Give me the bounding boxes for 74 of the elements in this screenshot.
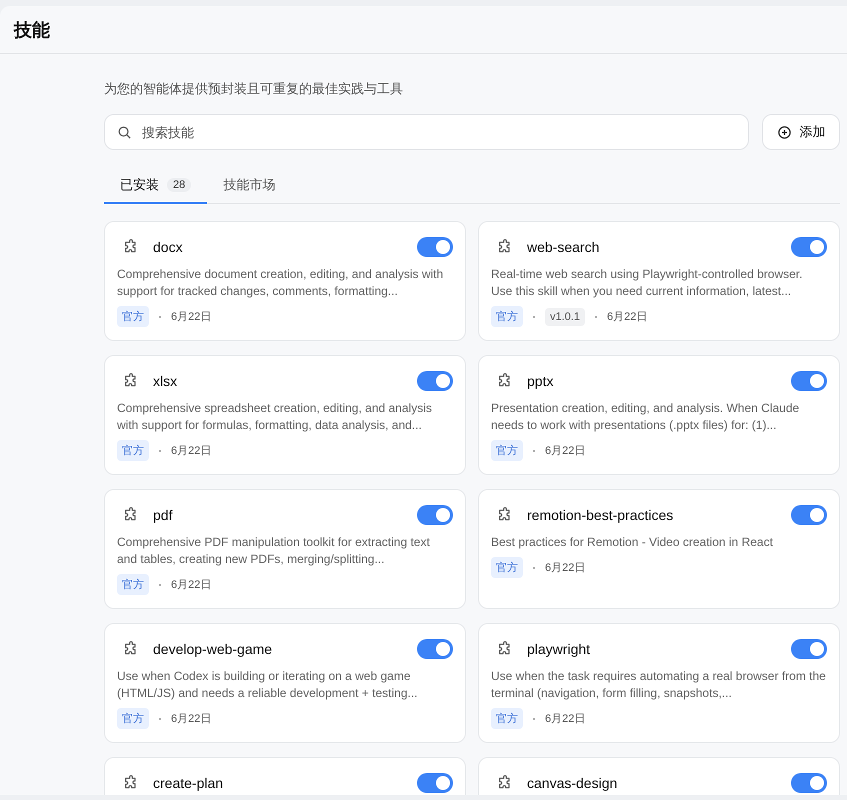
add-button[interactable]: 添加 [762,114,840,150]
version-tag: v1.0.1 [545,308,585,326]
page-subtitle: 为您的智能体提供预封装且可重复的最佳实践与工具 [104,80,404,98]
search-input[interactable]: 搜索技能 [140,124,748,140]
official-tag: 官方 [117,306,149,327]
skill-description: Real-time web search using Playwright-controlled browser. Use this skill when you need current information, latest... [491,266,804,300]
official-tag: 官方 [117,708,149,729]
toggle-switch[interactable] [417,371,453,391]
toggle-switch[interactable] [417,639,453,659]
skill-name: remotion-best-practices [527,507,674,523]
skill-description: Best practices for Remotion - Video creation in React [491,534,774,551]
official-tag: 官方 [117,440,149,461]
skill-card[interactable]: playwright Use when the task requires automating a real browser from the terminal (navigation, form filling, snapshots,... 官方 6月22日 [478,623,840,743]
skill-name: docx [153,239,184,255]
date-text: 6月22日 [545,712,586,726]
skill-description: Presentation creation, editing, and analysis. When Claude needs to work with presentations (.pptx files) for: (1)... [491,400,800,434]
skill-card[interactable]: docx Comprehensive document creation, editing, and analysis with support for tracked changes, comments, formatting... 官方 6月22日 [104,221,466,341]
separator-dot [159,718,161,720]
skill-card[interactable]: pdf Comprehensive PDF manipulation toolkit for extracting text and tables, creating new PDFs, merging/splitting... 官方 6月22日 [104,489,466,609]
separator-dot [533,566,535,568]
separator-dot [159,450,161,452]
toggle-switch[interactable] [791,773,827,793]
separator-dot [533,718,535,720]
date-text: 6月22日 [171,310,212,324]
tab[interactable]: 技能市场 [207,168,292,204]
skill-description: Use when Codex is building or iterating on a web game (HTML/JS) and needs a reliable development + testing... [117,668,418,702]
skill-description: Use when the task requires automating a real browser from the terminal (navigation, form filling, snapshots,... [491,668,827,702]
skill-name: playwright [527,641,592,657]
skill-name: pptx [527,373,554,389]
date-text: 6月22日 [171,444,212,458]
tab[interactable]: 已安装 28 [104,168,208,204]
separator-dot [159,316,161,318]
plus-circle-icon [776,124,792,140]
skill-name: create-plan [153,775,224,791]
date-text: 6月22日 [545,561,586,575]
skill-card[interactable]: pptx Presentation creation, editing, and analysis. When Claude needs to work with presentations (.pptx files) for: (1)... 官方 6月22日 [478,355,840,475]
separator-dot [594,316,597,318]
skill-name: web-search [527,239,600,255]
separator-dot [533,450,535,452]
date-text: 6月22日 [545,444,586,458]
skill-card[interactable]: canvas-design [478,757,840,795]
official-tag: 官方 [491,557,523,578]
skill-description: Comprehensive document creation, editing, and analysis with support for tracked changes, comments, formatting... [117,266,444,300]
skill-name: pdf [153,507,174,523]
toggle-switch[interactable] [791,237,827,257]
toggle-switch[interactable] [791,505,827,525]
toggle-switch[interactable] [417,505,453,525]
search-icon [117,124,132,140]
toggle-switch[interactable] [417,773,453,793]
toggle-switch[interactable] [791,639,827,659]
skill-card[interactable]: web-search Real-time web search using Playwright-controlled browser. Use this skill when you need current information, latest... 官方 v1.0.1 6月22日 [478,221,840,341]
skill-name: canvas-design [527,775,618,791]
official-tag: 官方 [117,574,149,595]
separator-dot [159,584,161,586]
skill-card[interactable]: remotion-best-practices Best practices for Remotion - Video creation in React 官方 6月22日 [478,489,840,609]
official-tag: 官方 [491,440,523,461]
date-text: 6月22日 [171,578,212,592]
date-text: 6月22日 [171,712,212,726]
page-title: 技能 [14,18,50,42]
toggle-switch[interactable] [417,237,453,257]
official-tag: 官方 [491,708,523,729]
official-tag: 官方 [491,306,523,327]
toggle-switch[interactable] [791,371,827,391]
skill-card[interactable]: develop-web-game Use when Codex is building or iterating on a web game (HTML/JS) and needs a reliable development + testing... 官方 6月22日 [104,623,466,743]
skill-card[interactable]: xlsx Comprehensive spreadsheet creation, editing, and analysis with support for formulas, formatting, data analysis, and... 官方 6月22日 [104,355,466,475]
skill-description: Comprehensive spreadsheet creation, editing, and analysis with support for formulas, formatting, data analysis, and... [117,400,433,434]
count-badge: 28 [167,178,192,192]
skill-name: xlsx [153,373,178,389]
search-field[interactable]: 搜索技能 [104,114,749,150]
skill-card[interactable]: create-plan [104,757,466,795]
separator-dot [533,316,535,318]
skill-name: develop-web-game [153,641,274,657]
skill-description: Comprehensive PDF manipulation toolkit for extracting text and tables, creating new PDFs, merging/splitting... [117,534,431,568]
date-text: 6月22日 [606,310,648,324]
